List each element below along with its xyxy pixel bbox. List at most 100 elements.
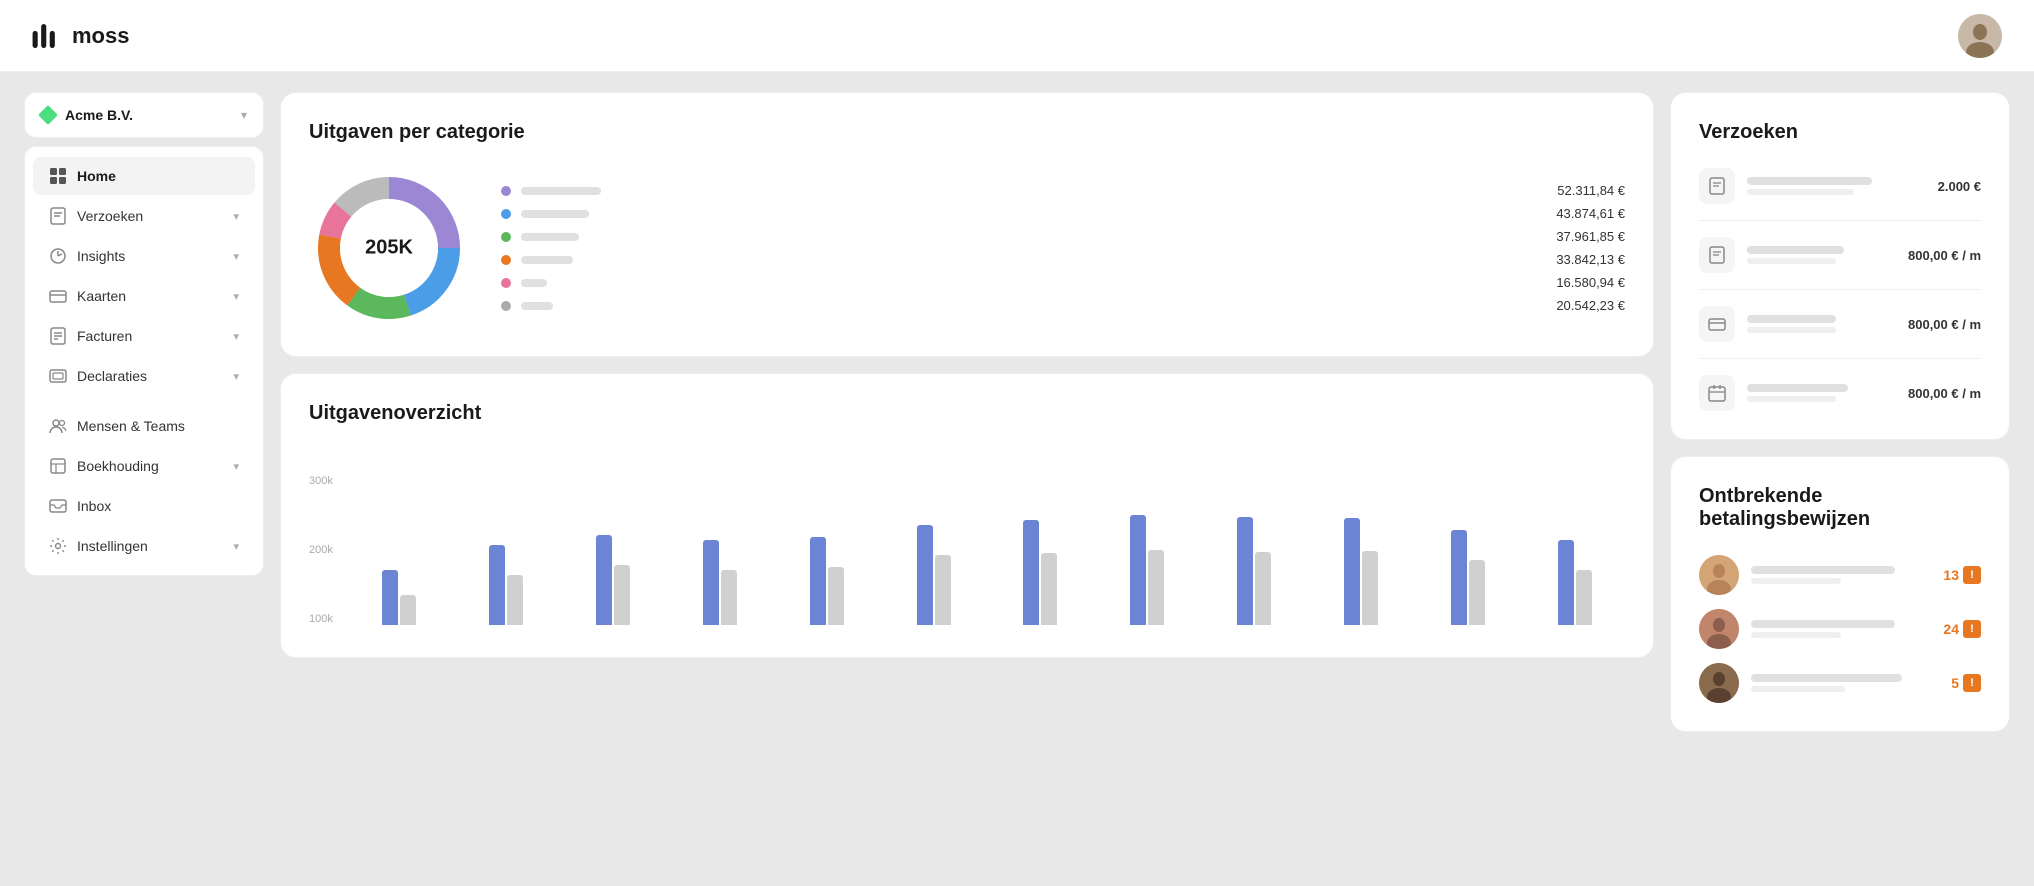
legend-dot-5 [501,301,511,311]
bar-blue-5 [917,525,933,625]
bar-group-4 [776,537,877,625]
bar-blue-11 [1558,540,1574,625]
legend-dot-0 [501,186,511,196]
sidebar-item-kaarten-label: Kaarten [77,288,126,304]
kaarten-icon [49,287,67,305]
verzoek-info-0 [1747,177,1926,195]
verzoek-item-0[interactable]: 2.000 € [1699,168,1981,221]
bar-chart [349,475,1625,625]
bar-group-11 [1524,540,1625,625]
insights-icon [49,247,67,265]
kaarten-chevron-icon: ▾ [233,290,239,303]
ontbrekende-card: Ontbrekende betalingsbewijzen 13 [1670,456,2010,732]
company-name-container: Acme B.V. [41,107,133,123]
legend-bar-2 [521,233,579,241]
main-content: Uitgaven per categorie [280,92,2010,866]
receipt-badge-0: 13 ! [1943,566,1981,584]
verzoeken-icon [49,207,67,225]
bar-gray-5 [935,555,951,625]
legend-item-1: 43.874,61 € [501,206,1625,221]
receipt-count-1: 24 [1943,621,1959,637]
company-chevron-icon: ▾ [241,108,247,122]
nav-container: Home Verzoeken ▾ [24,146,264,576]
legend-value-4: 16.580,94 € [1556,275,1625,290]
bar-gray-4 [828,567,844,625]
warning-icon-0: ! [1963,566,1981,584]
receipt-count-2: 5 [1951,675,1959,691]
facturen-icon [49,327,67,345]
receipt-avatar-0 [1699,555,1739,595]
sidebar-item-instellingen-label: Instellingen [77,538,148,554]
y-axis: 300k 200k 100k [309,475,337,625]
legend-bar-1 [521,210,589,218]
center-column: Uitgaven per categorie [280,92,1654,866]
receipt-item-2[interactable]: 5 ! [1699,663,1981,703]
verzoek-item-3[interactable]: 800,00 € / m [1699,375,1981,411]
verzoek-info-2 [1747,315,1896,333]
legend-dot-3 [501,255,511,265]
bar-group-8 [1204,517,1305,625]
receipt-count-0: 13 [1943,567,1959,583]
sidebar-item-declaraties[interactable]: Declaraties ▾ [33,357,255,395]
inbox-icon [49,497,67,515]
bar-blue-3 [703,540,719,625]
uitgavenoverzicht-title: Uitgavenoverzicht [309,402,1625,425]
y-label-100: 100k [309,613,333,625]
legend-value-1: 43.874,61 € [1556,206,1625,221]
home-icon [49,167,67,185]
legend-bar-5 [521,302,553,310]
sidebar-item-facturen[interactable]: Facturen ▾ [33,317,255,355]
verzoeken-card: Verzoeken 2.000 € [1670,92,2010,440]
receipt-info-1 [1751,620,1931,638]
legend-value-5: 20.542,23 € [1556,298,1625,313]
bar-group-10 [1417,530,1518,625]
bar-blue-6 [1023,520,1039,625]
verzoek-doc-icon-0 [1699,168,1735,204]
bar-gray-8 [1255,552,1271,625]
legend-item-0: 52.311,84 € [501,183,1625,198]
sidebar-item-inbox[interactable]: Inbox [33,487,255,525]
company-selector[interactable]: Acme B.V. ▾ [24,92,264,138]
bar-gray-7 [1148,550,1164,625]
bar-gray-2 [614,565,630,625]
receipt-avatar-1 [1699,609,1739,649]
right-column: Verzoeken 2.000 € [1670,92,2010,866]
bar-blue-0 [382,570,398,625]
facturen-chevron-icon: ▾ [233,330,239,343]
declaraties-chevron-icon: ▾ [233,370,239,383]
y-label-300: 300k [309,475,333,487]
verzoek-doc-icon-1 [1699,237,1735,273]
sidebar-item-kaarten[interactable]: Kaarten ▾ [33,277,255,315]
legend-list: 52.311,84 € 43.874,61 € [501,183,1625,313]
receipt-info-0 [1751,566,1931,584]
bar-gray-3 [721,570,737,625]
legend-dot-4 [501,278,511,288]
receipt-item-0[interactable]: 13 ! [1699,555,1981,595]
bar-group-5 [883,525,984,625]
sidebar-item-verzoeken[interactable]: Verzoeken ▾ [33,197,255,235]
main-layout: Acme B.V. ▾ Home [0,72,2034,886]
legend-bar-0 [521,187,601,195]
verzoeken-chevron-icon: ▾ [233,210,239,223]
sidebar: Acme B.V. ▾ Home [24,92,264,866]
sidebar-item-mensen-teams[interactable]: Mensen & Teams [33,407,255,445]
bar-gray-9 [1362,551,1378,625]
insights-chevron-icon: ▾ [233,250,239,263]
verzoek-item-1[interactable]: 800,00 € / m [1699,237,1981,290]
bar-gray-6 [1041,553,1057,625]
user-avatar[interactable] [1958,14,2002,58]
verzoek-amount-1: 800,00 € / m [1908,248,1981,263]
verzoek-amount-0: 2.000 € [1938,179,1981,194]
sidebar-item-home[interactable]: Home [33,157,255,195]
verzoek-item-2[interactable]: 800,00 € / m [1699,306,1981,359]
bar-blue-2 [596,535,612,625]
company-name: Acme B.V. [65,107,133,123]
sidebar-item-boekhouding[interactable]: Boekhouding ▾ [33,447,255,485]
sidebar-item-inbox-label: Inbox [77,498,111,514]
verzoek-amount-3: 800,00 € / m [1908,386,1981,401]
receipt-avatar-2 [1699,663,1739,703]
sidebar-item-instellingen[interactable]: Instellingen ▾ [33,527,255,565]
sidebar-item-insights[interactable]: Insights ▾ [33,237,255,275]
bar-blue-7 [1130,515,1146,625]
receipt-item-1[interactable]: 24 ! [1699,609,1981,649]
